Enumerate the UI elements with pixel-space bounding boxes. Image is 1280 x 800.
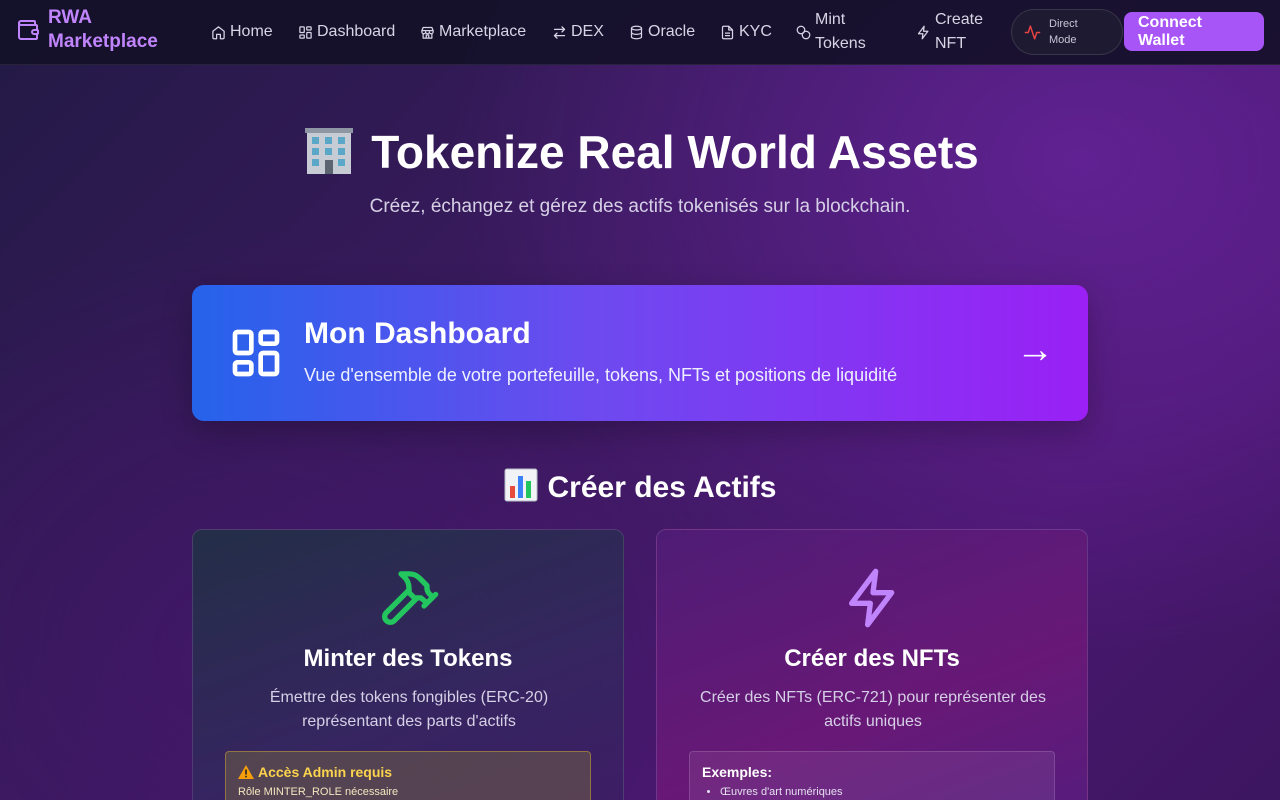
nav-dashboard[interactable]: Dashboard — [298, 0, 395, 64]
zap-icon — [917, 25, 929, 39]
page-title: Tokenize Real World Assets — [0, 124, 1280, 179]
nav-mint-label-line1: Mint — [815, 11, 846, 28]
admin-warning-title: Accès Admin requis — [238, 764, 578, 780]
nav-marketplace[interactable]: Marketplace — [420, 0, 526, 64]
bar-chart-icon — [504, 468, 537, 502]
list-item: Œuvres d'art numériques — [720, 786, 1042, 798]
office-building-icon — [305, 128, 354, 174]
warning-icon — [238, 765, 254, 779]
connect-wallet-line1: Connect — [1138, 14, 1202, 31]
connect-wallet-button[interactable]: Connect Wallet — [1124, 12, 1264, 51]
navbar: RWA Marketplace Home Dashboard Marketpla… — [0, 0, 1280, 65]
examples-list: Œuvres d'art numériques — [702, 786, 1042, 798]
direct-mode-line1: Direct — [1049, 18, 1078, 30]
store-icon — [421, 26, 434, 39]
nav-create-nft[interactable]: Create NFT — [916, 0, 983, 64]
admin-warning-text: Rôle MINTER_ROLE nécessaire — [238, 786, 399, 798]
activity-icon — [1024, 24, 1041, 40]
nav-oracle-label: Oracle — [648, 23, 696, 40]
create-nfts-title: Créer des NFTs — [784, 645, 960, 672]
dashboard-icon — [299, 25, 312, 39]
nav-kyc[interactable]: KYC — [720, 0, 772, 64]
brand-name-line2: Marketplace — [48, 31, 158, 52]
coins-icon — [796, 25, 811, 39]
examples-title: Exemples: — [702, 764, 773, 780]
nav-mint-label-line2: Tokens — [815, 35, 866, 52]
nav-home[interactable]: Home — [211, 0, 273, 64]
brand-logo[interactable]: RWA Marketplace — [16, 6, 158, 54]
database-icon — [630, 25, 643, 39]
section-title: Créer des Actifs — [0, 468, 1280, 505]
section-title-text: Créer des Actifs — [547, 471, 777, 504]
mint-tokens-description: Émettre des tokens fongibles (ERC-20) re… — [269, 689, 549, 730]
hammer-icon — [382, 571, 439, 625]
arrow-right-icon: → — [1016, 329, 1054, 371]
zap-icon — [849, 568, 895, 628]
examples-box: Exemples: Œuvres d'art numériques — [689, 751, 1055, 800]
document-icon — [721, 25, 734, 39]
dashboard-card[interactable]: Mon Dashboard Vue d'ensemble de votre po… — [192, 285, 1088, 421]
nav-dex[interactable]: DEX — [552, 0, 604, 64]
nav-oracle[interactable]: Oracle — [629, 0, 695, 64]
create-nfts-description: Créer des NFTs (ERC-721) pour représente… — [700, 689, 1046, 730]
dashboard-card-title: Mon Dashboard — [304, 317, 531, 350]
brand-name-line1: RWA — [48, 7, 92, 28]
home-icon — [212, 25, 225, 39]
nav-create-label-line1: Create — [935, 11, 984, 28]
direct-mode-toggle[interactable]: Direct Mode — [1011, 9, 1123, 55]
mint-tokens-card[interactable]: Minter des Tokens Émettre des tokens fon… — [192, 529, 624, 800]
nav-home-label: Home — [230, 23, 273, 40]
create-nfts-card[interactable]: Créer des NFTs Créer des NFTs (ERC-721) … — [656, 529, 1088, 800]
mint-tokens-title: Minter des Tokens — [303, 645, 513, 672]
direct-mode-line2: Mode — [1049, 34, 1077, 46]
dashboard-layout-icon — [232, 329, 280, 377]
nav-kyc-label: KYC — [739, 23, 772, 40]
wallet-icon — [18, 20, 39, 40]
page-subtitle: Créez, échangez et gérez des actifs toke… — [369, 196, 911, 217]
nav-mint-tokens[interactable]: Mint Tokens — [796, 0, 866, 64]
page-title-text: Tokenize Real World Assets — [371, 126, 979, 178]
admin-warning-box: Accès Admin requis Rôle MINTER_ROLE néce… — [225, 751, 591, 800]
dashboard-card-description: Vue d'ensemble de votre portefeuille, to… — [304, 365, 898, 385]
nav-create-label-line2: NFT — [935, 35, 967, 52]
nav-dashboard-label: Dashboard — [317, 23, 396, 40]
swap-icon — [553, 25, 566, 39]
connect-wallet-line2: Wallet — [1138, 32, 1185, 49]
admin-warning-title-text: Accès Admin requis — [258, 764, 393, 780]
nav-marketplace-label: Marketplace — [439, 23, 527, 40]
nav-dex-label: DEX — [571, 23, 604, 40]
